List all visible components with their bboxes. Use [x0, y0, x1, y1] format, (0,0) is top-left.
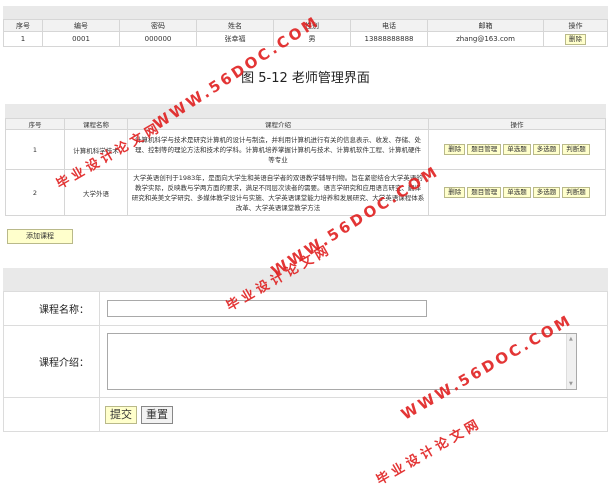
- single-choice-button[interactable]: 单选题: [503, 187, 531, 198]
- course-table-header: 序号 课程名称 课程介绍 操作: [5, 118, 606, 130]
- cell-email: zhang@163.com: [427, 31, 544, 47]
- col-name: 姓名: [196, 19, 274, 32]
- multi-choice-button[interactable]: 多选题: [532, 144, 561, 155]
- course-table-topbar: [5, 104, 606, 118]
- true-false-button[interactable]: 判断题: [562, 144, 590, 155]
- add-course-button[interactable]: 添加课程: [7, 229, 73, 244]
- cell-actions: 删除 题目管理 单选题 多选题 判断题: [428, 129, 606, 170]
- true-false-button[interactable]: 判断题: [562, 187, 590, 198]
- table-row: 2 大学外语 大学英语创刊于1983年，是面向大学生和英语自学者的双语教学辅导刊…: [5, 169, 606, 216]
- course-desc-label: 课程介绍：: [3, 325, 100, 398]
- desc-line: 教学实际，反映教与学两方面的要求，满足不同层次读者的需要。语言学研究和应用语言研…: [135, 183, 421, 192]
- delete-teacher-button[interactable]: 删除: [565, 33, 586, 45]
- delete-course-button[interactable]: 删除: [444, 187, 466, 198]
- cell-actions: 删除: [543, 31, 608, 47]
- course-name-label: 课程名称：: [3, 291, 100, 326]
- cell-no: 1: [5, 129, 65, 170]
- textarea-scrollbar[interactable]: ▲ ▼: [566, 334, 576, 389]
- col-email: 邮箱: [427, 19, 544, 32]
- single-choice-button[interactable]: 单选题: [503, 144, 531, 155]
- delete-course-button[interactable]: 删除: [444, 144, 466, 155]
- course-name-input[interactable]: [107, 300, 427, 317]
- col-id: 编号: [42, 19, 120, 32]
- col-course-name: 课程名称: [64, 118, 128, 130]
- scroll-down-icon[interactable]: ▼: [569, 381, 573, 387]
- multi-choice-button[interactable]: 多选题: [532, 187, 561, 198]
- col-no: 序号: [3, 19, 43, 32]
- scroll-up-icon[interactable]: ▲: [569, 336, 573, 342]
- cell-no: 1: [3, 31, 43, 47]
- add-course-form: 课程名称： 课程介绍： ▲ ▼ 提交 重置: [3, 291, 608, 432]
- question-manage-button[interactable]: 题目管理: [467, 144, 502, 155]
- desc-line: 等专业: [268, 155, 288, 164]
- col-phone: 电话: [350, 19, 428, 32]
- desc-line: 大学英语创刊于1983年，是面向大学生和英语自学者的双语教学辅导刊物。旨在紧密结…: [133, 173, 423, 182]
- col-no: 序号: [5, 118, 65, 130]
- figure-caption: 图 5-12 老师管理界面: [241, 71, 370, 86]
- col-actions: 操作: [543, 19, 608, 32]
- submit-button[interactable]: 提交: [105, 405, 137, 424]
- desc-line: 计算机科学与技术是研究计算机的设计与制造，并利用计算机进行有关的信息表示、收发、…: [135, 135, 421, 144]
- cell-course-desc: 计算机科学与技术是研究计算机的设计与制造，并利用计算机进行有关的信息表示、收发、…: [127, 129, 429, 170]
- question-manage-button[interactable]: 题目管理: [467, 187, 502, 198]
- cell-id: 0001: [42, 31, 120, 47]
- cell-password: 000000: [119, 31, 197, 47]
- col-actions: 操作: [428, 118, 606, 130]
- cell-actions: 删除 题目管理 单选题 多选题 判断题: [428, 169, 606, 216]
- desc-line: 理、控制等的理论方法和技术的学科。计算机培养掌握计算机与技术、计算机软件工程、计…: [135, 145, 421, 154]
- reset-button[interactable]: 重置: [141, 405, 173, 424]
- col-password: 密码: [119, 19, 197, 32]
- cell-phone: 13888888888: [350, 31, 428, 47]
